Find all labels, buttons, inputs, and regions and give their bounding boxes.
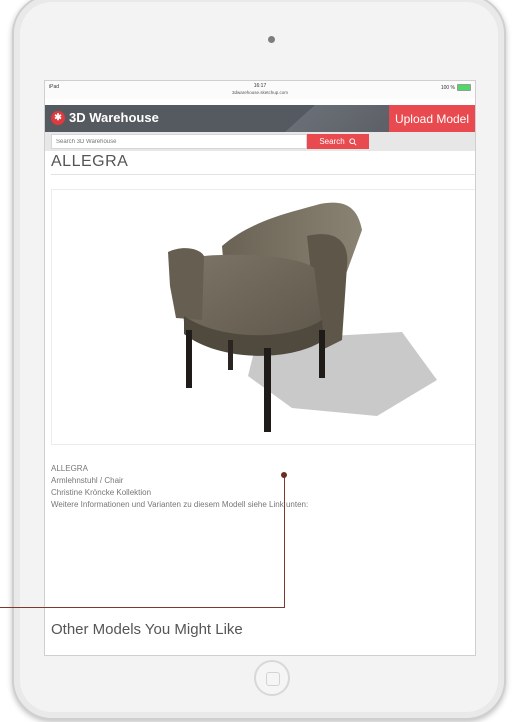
site-logo[interactable]: ✱ 3D Warehouse <box>51 110 159 125</box>
search-icon <box>348 137 357 146</box>
search-button-label: Search <box>319 137 345 146</box>
battery-icon <box>457 84 471 91</box>
address-url[interactable]: 3dwarehouse.sketchup.com <box>45 90 475 95</box>
model-description: ALLEGRA Armlehnstuhl / Chair Christine K… <box>51 463 308 511</box>
description-line: Weitere Informationen und Varianten zu d… <box>51 500 309 509</box>
status-bar: iPad 16:17 3dwarehouse.sketchup.com 100 … <box>45 81 475 99</box>
status-time: 16:17 <box>253 83 267 89</box>
warehouse-logo-icon: ✱ <box>51 110 65 125</box>
battery-percent: 100 % <box>440 84 455 91</box>
model-viewer[interactable] <box>51 189 475 445</box>
chair-model-image <box>168 202 437 432</box>
search-input[interactable] <box>51 134 307 149</box>
screen: iPad 16:17 3dwarehouse.sketchup.com 100 … <box>44 80 476 656</box>
camera-icon <box>268 36 275 43</box>
description-line: Armlehnstuhl / Chair <box>51 476 124 485</box>
description-line: Christine Kröncke Kollektion <box>51 488 152 497</box>
site-header: ✱ 3D Warehouse Upload Model <box>45 105 475 132</box>
home-button[interactable] <box>254 660 290 696</box>
callout-line <box>0 607 285 608</box>
search-bar: Search <box>45 132 475 151</box>
divider <box>51 174 475 175</box>
upload-model-button[interactable]: Upload Model <box>389 105 475 132</box>
logo-text: 3D Warehouse <box>69 110 159 125</box>
description-line: ALLEGRA <box>51 464 88 473</box>
related-models-title: Other Models You Might Like <box>51 621 243 638</box>
home-button-icon <box>266 672 280 686</box>
model-title: ALLEGRA <box>51 153 129 170</box>
callout-line <box>284 475 285 608</box>
battery-status: 100 % <box>441 84 471 91</box>
callout-dot <box>281 472 287 478</box>
search-button[interactable]: Search <box>307 134 369 149</box>
